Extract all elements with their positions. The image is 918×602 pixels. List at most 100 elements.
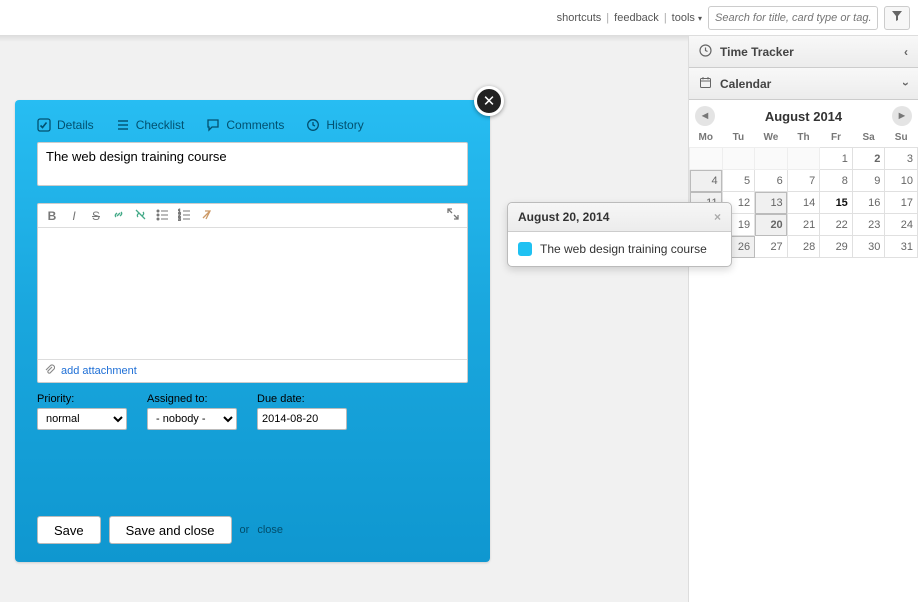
bold-button[interactable]: B bbox=[44, 209, 60, 223]
tab-checklist[interactable]: Checklist bbox=[116, 118, 185, 132]
description-input[interactable] bbox=[38, 228, 467, 356]
top-links: shortcuts | feedback | tools ▾ bbox=[557, 12, 702, 24]
calendar-day[interactable]: 21 bbox=[787, 214, 820, 236]
event-color-dot bbox=[518, 242, 532, 256]
calendar-day[interactable]: 27 bbox=[755, 236, 788, 258]
calendar-label: Calendar bbox=[720, 77, 771, 91]
calendar-day[interactable]: 20 bbox=[755, 214, 788, 236]
search-input[interactable] bbox=[708, 6, 878, 30]
close-icon[interactable]: × bbox=[714, 210, 721, 224]
popover-event-title[interactable]: The web design training course bbox=[540, 242, 707, 256]
calendar-day[interactable]: 30 bbox=[852, 236, 885, 258]
paperclip-icon bbox=[44, 364, 55, 378]
calendar-day[interactable]: 2 bbox=[852, 148, 885, 170]
filter-button[interactable] bbox=[884, 6, 910, 30]
comment-icon bbox=[206, 118, 220, 132]
attachment-row: add attachment bbox=[38, 359, 467, 382]
time-tracker-header[interactable]: Time Tracker ‹ bbox=[689, 36, 918, 68]
time-tracker-label: Time Tracker bbox=[720, 45, 794, 59]
close-modal-button[interactable]: ✕ bbox=[474, 86, 504, 116]
field-row: Priority: normal Assigned to: - nobody -… bbox=[37, 393, 468, 430]
calendar-dow: Tu bbox=[722, 128, 755, 148]
calendar-day[interactable]: 10 bbox=[885, 170, 918, 192]
unlink-button[interactable] bbox=[132, 208, 148, 224]
tab-history[interactable]: History bbox=[306, 118, 363, 132]
tab-comments-label: Comments bbox=[226, 118, 284, 132]
assigned-label: Assigned to: bbox=[147, 393, 237, 405]
priority-field: Priority: normal bbox=[37, 393, 127, 430]
prev-month-button[interactable]: ◄ bbox=[695, 106, 715, 126]
calendar-day bbox=[722, 148, 755, 170]
expand-editor-button[interactable] bbox=[445, 208, 461, 223]
link-button[interactable] bbox=[110, 208, 126, 224]
editor-toolbar: B I S 123 bbox=[38, 204, 467, 228]
calendar-day bbox=[787, 148, 820, 170]
calendar-day[interactable]: 29 bbox=[820, 236, 853, 258]
tab-checklist-label: Checklist bbox=[136, 118, 185, 132]
calendar-day bbox=[755, 148, 788, 170]
next-month-button[interactable]: ► bbox=[892, 106, 912, 126]
tab-details[interactable]: Details bbox=[37, 118, 94, 132]
calendar-day[interactable]: 31 bbox=[885, 236, 918, 258]
calendar-day[interactable]: 4 bbox=[690, 170, 723, 192]
popover-date: August 20, 2014 bbox=[518, 210, 609, 224]
shortcuts-link[interactable]: shortcuts bbox=[557, 12, 602, 24]
calendar-day[interactable]: 17 bbox=[885, 192, 918, 214]
tab-bar: Details Checklist Comments History bbox=[37, 116, 468, 142]
calendar-day[interactable]: 14 bbox=[787, 192, 820, 214]
calendar-day[interactable]: 7 bbox=[787, 170, 820, 192]
calendar-day[interactable]: 23 bbox=[852, 214, 885, 236]
assigned-field: Assigned to: - nobody - bbox=[147, 393, 237, 430]
ol-button[interactable]: 123 bbox=[176, 208, 192, 224]
assigned-select[interactable]: - nobody - bbox=[147, 408, 237, 430]
card-title-input[interactable] bbox=[37, 142, 468, 186]
list-icon bbox=[116, 118, 130, 132]
due-date-input[interactable] bbox=[257, 408, 347, 430]
calendar-day[interactable]: 15 bbox=[820, 192, 853, 214]
funnel-icon bbox=[891, 10, 903, 25]
chevron-down-icon[interactable]: › bbox=[904, 77, 908, 91]
calendar-day[interactable]: 13 bbox=[755, 192, 788, 214]
add-attachment-link[interactable]: add attachment bbox=[61, 365, 137, 377]
ul-button[interactable] bbox=[154, 208, 170, 224]
calendar-day[interactable]: 9 bbox=[852, 170, 885, 192]
calendar-nav: ◄ August 2014 ► bbox=[689, 100, 918, 128]
close-link[interactable]: close bbox=[257, 524, 283, 536]
separator: | bbox=[606, 12, 609, 24]
save-and-close-button[interactable]: Save and close bbox=[109, 516, 232, 544]
calendar-header[interactable]: Calendar › bbox=[689, 68, 918, 100]
calendar-day[interactable]: 28 bbox=[787, 236, 820, 258]
calendar-day[interactable]: 5 bbox=[722, 170, 755, 192]
calendar-dow: We bbox=[755, 128, 788, 148]
priority-select[interactable]: normal bbox=[37, 408, 127, 430]
tab-comments[interactable]: Comments bbox=[206, 118, 284, 132]
priority-label: Priority: bbox=[37, 393, 127, 405]
calendar-dow: Su bbox=[885, 128, 918, 148]
feedback-link[interactable]: feedback bbox=[614, 12, 659, 24]
calendar-day[interactable]: 16 bbox=[852, 192, 885, 214]
button-row: Save Save and close or close bbox=[37, 516, 468, 544]
history-icon bbox=[306, 118, 320, 132]
strike-button[interactable]: S bbox=[88, 209, 104, 223]
separator: | bbox=[664, 12, 667, 24]
calendar-day[interactable]: 24 bbox=[885, 214, 918, 236]
popover-body: The web design training course bbox=[508, 232, 731, 266]
calendar-day[interactable]: 3 bbox=[885, 148, 918, 170]
right-sidebar: Time Tracker ‹ Calendar › ◄ August 2014 … bbox=[688, 36, 918, 602]
svg-text:3: 3 bbox=[178, 217, 181, 221]
calendar-dow: Th bbox=[787, 128, 820, 148]
calendar-day bbox=[690, 148, 723, 170]
tools-menu[interactable]: tools ▾ bbox=[672, 12, 702, 24]
checkbox-icon bbox=[37, 118, 51, 132]
calendar-day[interactable]: 6 bbox=[755, 170, 788, 192]
calendar-day[interactable]: 22 bbox=[820, 214, 853, 236]
calendar-day[interactable]: 8 bbox=[820, 170, 853, 192]
calendar-day[interactable]: 1 bbox=[820, 148, 853, 170]
italic-button[interactable]: I bbox=[66, 209, 82, 223]
tab-history-label: History bbox=[326, 118, 363, 132]
save-button[interactable]: Save bbox=[37, 516, 101, 544]
card-editor: ✕ Details Checklist Comments History bbox=[15, 100, 490, 562]
chevron-left-icon[interactable]: ‹ bbox=[904, 45, 908, 59]
clear-format-button[interactable] bbox=[198, 208, 214, 224]
tab-details-label: Details bbox=[57, 118, 94, 132]
